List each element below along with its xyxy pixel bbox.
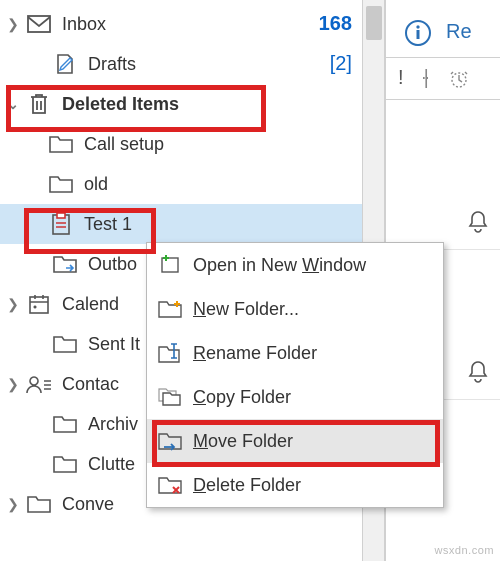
menu-new-folder[interactable]: New Folder... xyxy=(147,287,443,331)
list-header[interactable]: ! | xyxy=(386,58,500,100)
new-window-icon xyxy=(155,253,185,277)
menu-label: Rename Folder xyxy=(193,343,431,364)
folder-label: Call setup xyxy=(84,134,352,155)
draft-icon xyxy=(52,51,78,77)
folder-label: old xyxy=(84,174,352,195)
reminder-column[interactable] xyxy=(449,69,469,89)
folder-icon xyxy=(52,411,78,437)
folder-label: Deleted Items xyxy=(62,94,352,115)
folder-icon xyxy=(48,171,74,197)
move-folder-icon xyxy=(155,429,185,453)
outbox-icon xyxy=(52,251,78,277)
chevron-right-icon: ❯ xyxy=(0,16,26,33)
menu-open-new-window[interactable]: Open in New Window xyxy=(147,243,443,287)
folder-icon xyxy=(52,331,78,357)
contacts-icon xyxy=(26,371,52,397)
envelope-icon xyxy=(26,11,52,37)
menu-delete-folder[interactable]: Delete Folder xyxy=(147,463,443,507)
delete-folder-icon xyxy=(155,473,185,497)
folder-label: Drafts xyxy=(88,54,330,75)
clipboard-icon xyxy=(48,211,74,237)
folder-test-1[interactable]: Test 1 xyxy=(0,204,362,244)
folder-icon xyxy=(52,451,78,477)
info-bar[interactable]: Re xyxy=(386,8,500,58)
new-folder-icon xyxy=(155,297,185,321)
bell-icon xyxy=(466,209,490,235)
menu-label: Delete Folder xyxy=(193,475,431,496)
folder-deleted-items[interactable]: ⌄ Deleted Items xyxy=(0,84,362,124)
menu-label: Copy Folder xyxy=(193,387,431,408)
chevron-right-icon: ❯ xyxy=(0,296,26,313)
rename-folder-icon xyxy=(155,341,185,365)
menu-label: Move Folder xyxy=(193,431,431,452)
folder-icon xyxy=(26,491,52,517)
watermark: wsxdn.com xyxy=(434,545,494,557)
menu-move-folder[interactable]: Move Folder xyxy=(147,419,443,463)
menu-rename-folder[interactable]: Rename Folder xyxy=(147,331,443,375)
calendar-icon xyxy=(26,291,52,317)
info-icon xyxy=(404,19,432,47)
unread-badge: 168 xyxy=(319,13,352,36)
count-badge: [2] xyxy=(330,53,352,76)
folder-old[interactable]: old xyxy=(0,164,362,204)
menu-label: Open in New Window xyxy=(193,255,431,276)
folder-context-menu: Open in New Window New Folder... Rename … xyxy=(146,242,444,508)
info-text: Re xyxy=(446,21,472,44)
message-item[interactable] xyxy=(386,100,500,250)
folder-icon xyxy=(48,131,74,157)
folder-drafts[interactable]: ❯ Drafts [2] xyxy=(0,44,362,84)
copy-folder-icon xyxy=(155,385,185,409)
chevron-right-icon: ❯ xyxy=(0,376,26,393)
folder-label: Inbox xyxy=(62,14,319,35)
bell-icon xyxy=(466,359,490,385)
trash-icon xyxy=(26,91,52,117)
importance-column[interactable]: ! xyxy=(398,67,404,90)
folder-call-setup[interactable]: Call setup xyxy=(0,124,362,164)
chevron-right-icon: ❯ xyxy=(0,496,26,513)
folder-label: Test 1 xyxy=(84,214,352,235)
scrollbar-thumb[interactable] xyxy=(366,6,382,40)
menu-label: New Folder... xyxy=(193,299,431,320)
menu-copy-folder[interactable]: Copy Folder xyxy=(147,375,443,419)
folder-inbox[interactable]: ❯ Inbox 168 xyxy=(0,4,362,44)
chevron-down-icon: ⌄ xyxy=(0,96,26,113)
